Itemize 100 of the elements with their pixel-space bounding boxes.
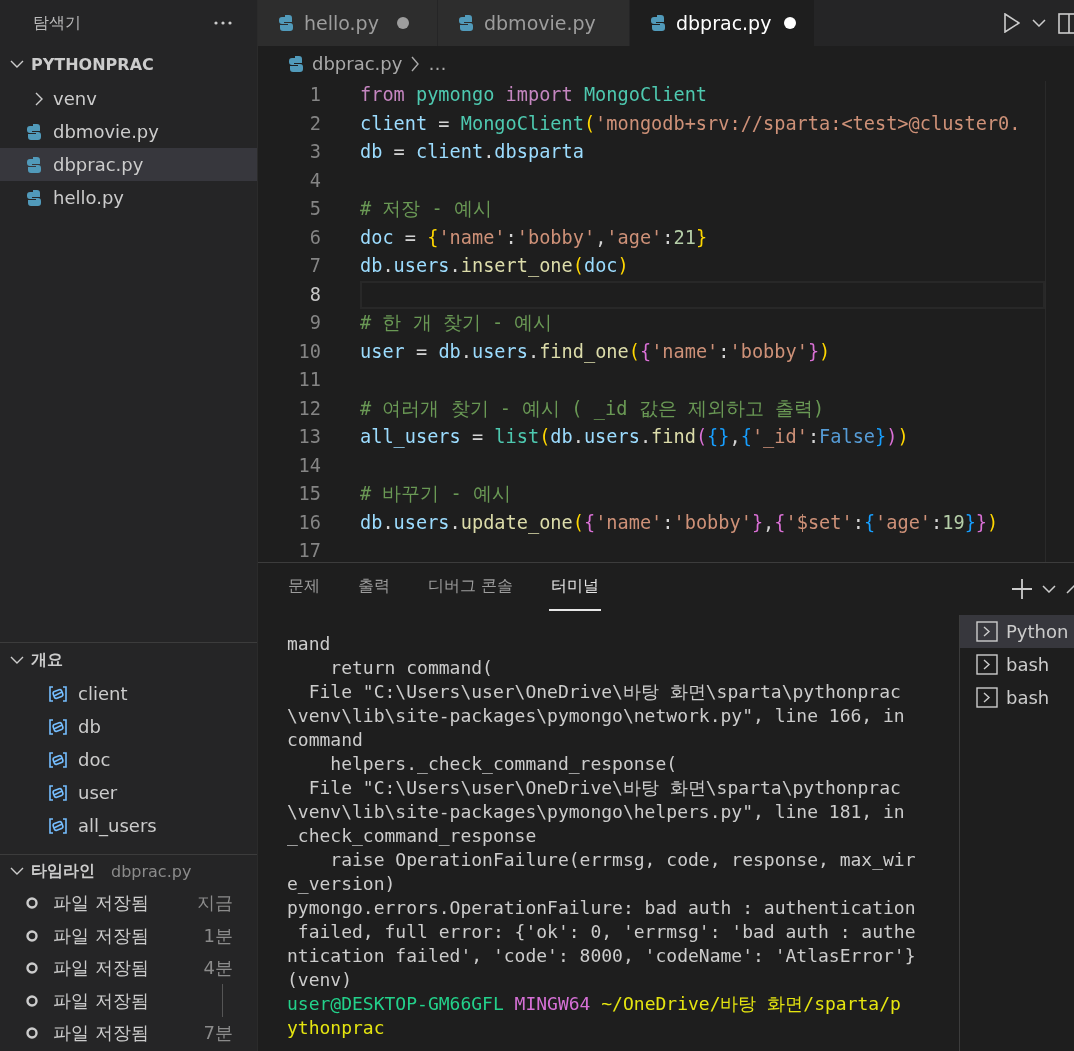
python-file-icon	[458, 14, 474, 32]
circle-icon	[25, 928, 39, 943]
terminal-line: raise OperationFailure(errmsg, code, response, max_wir	[329, 848, 917, 872]
terminal-line: _check_command_response	[287, 824, 538, 848]
code-line: # 한 개 찾기 - 예시	[360, 311, 553, 335]
python-file-icon	[26, 122, 42, 141]
add-icon	[1012, 579, 1032, 599]
line-number: 9	[308, 311, 321, 335]
code-line: db.users.insert_one(doc)	[360, 254, 629, 279]
code-line: # 바꾸기 - 예시	[360, 482, 511, 506]
code-line: # 여러개 찾기 - 예시 ( _id 값은 제외하고 출력)	[360, 396, 825, 422]
terminal-line: helpers._check_command_response(	[329, 752, 679, 776]
panel-tab[interactable]: 문제	[286, 563, 322, 611]
circle-icon	[25, 961, 39, 976]
timeline-item[interactable]: 파일 저장됨	[0, 984, 257, 1017]
terminal-item[interactable]: bash	[960, 681, 1074, 714]
section-header[interactable]: 타임라인 dbprac.py	[0, 855, 257, 887]
breadcrumb-item[interactable]: …	[428, 53, 447, 74]
code-line: doc = {'name':'bobby','age':21}	[360, 225, 708, 250]
line-number: 6	[308, 225, 321, 250]
line-number: 12	[297, 396, 321, 421]
timeline-item[interactable]: 파일 저장됨 지금	[0, 887, 257, 920]
file-item[interactable]: hello.py	[0, 181, 257, 214]
terminal-line: pymongo.errors.OperationFailure: bad auth : authentication	[287, 896, 917, 920]
chevron-right-icon	[410, 54, 421, 73]
outline-item[interactable]: db	[0, 710, 257, 743]
terminal-line: File "C:\Users\user\OneDrive\바탕 화면\sparta\pythonprac	[307, 776, 902, 800]
timeline-item[interactable]: 파일 저장됨 1분	[0, 919, 257, 952]
terminal-line: failed, full error: {'ok': 0, 'errmsg': 'bad auth : authe	[296, 920, 917, 944]
circle-icon	[25, 1026, 39, 1041]
editor-tab[interactable]: hello.py	[258, 0, 438, 46]
terminal-line: e_version)	[287, 872, 397, 896]
variable-icon	[48, 816, 68, 835]
sidebar-title: 탐색기	[33, 12, 81, 34]
panel-tab[interactable]: 터미널	[549, 563, 602, 611]
terminal-line: \venv\lib\site-packages\pymongo\network.py", line 166, in	[287, 704, 906, 728]
line-number: 1	[308, 83, 321, 107]
python-file-icon	[26, 155, 42, 174]
variable-icon	[48, 684, 68, 703]
file-item[interactable]: dbmovie.py	[0, 115, 257, 148]
line-number: 4	[308, 168, 321, 193]
terminal-icon	[976, 621, 998, 642]
terminal-line: ntication failed', 'code': 8000, 'codeName': 'AtlasError'}	[287, 944, 917, 968]
run-icon	[1003, 13, 1020, 33]
timestamp: 지금	[197, 891, 233, 916]
editor-tab[interactable]: dbprac.py	[630, 0, 815, 46]
timeline-file: dbprac.py	[111, 861, 192, 881]
timestamp: 4분	[203, 956, 233, 981]
section-header[interactable]: 개요	[0, 643, 257, 677]
variable-icon	[48, 783, 68, 802]
line-number: 17	[297, 539, 321, 562]
more-icon	[213, 20, 233, 26]
panel-tab[interactable]: 디버그 콘솔	[426, 563, 516, 611]
breadcrumb-item[interactable]: dbprac.py	[312, 53, 403, 74]
editor-tab[interactable]: dbmovie.py	[438, 0, 630, 46]
terminal-line: (venv)	[287, 968, 354, 992]
line-number: 16	[297, 510, 321, 535]
code-line: user = db.users.find_one({'name':'bobby'})	[360, 339, 831, 365]
terminal-line: \venv\lib\site-packages\pymongo\helpers.py", line 181, in	[287, 800, 906, 824]
variable-icon	[48, 717, 68, 736]
terminal-line: command	[287, 728, 364, 752]
timestamp: 1분	[203, 923, 233, 948]
code-line: db.users.update_one({'name':'bobby'},{'$set':{'age':19}})	[360, 510, 999, 536]
python-file-icon	[26, 188, 42, 207]
terminal-icon	[976, 687, 998, 708]
python-file-icon	[288, 54, 304, 73]
chevron-down-icon	[1032, 19, 1046, 27]
line-number: 13	[297, 425, 321, 449]
line-number: 8	[308, 282, 321, 307]
folder-item[interactable]: venv	[0, 82, 257, 115]
outline-item[interactable]: all_users	[0, 809, 257, 842]
timeline-item[interactable]: 파일 저장됨 7분	[0, 1017, 257, 1050]
terminal-line: mand	[287, 632, 332, 656]
line-number: 15	[297, 482, 321, 506]
timestamp: 7분	[203, 1021, 233, 1046]
outline-item[interactable]: doc	[0, 743, 257, 776]
terminal-item[interactable]: Python	[960, 615, 1074, 648]
line-number: 3	[308, 140, 321, 164]
file-item[interactable]: dbprac.py	[0, 148, 257, 181]
terminal-line: File "C:\Users\user\OneDrive\바탕 화면\sparta\pythonprac	[307, 680, 902, 704]
line-number: 14	[297, 453, 321, 478]
terminal-line: ythonprac	[287, 1016, 386, 1040]
code-line: all_users = list(db.users.find({},{'_id':False}))	[360, 425, 909, 450]
line-number: 7	[308, 254, 321, 278]
terminal-line: return command(	[329, 656, 494, 680]
outline-item[interactable]: user	[0, 776, 257, 809]
circle-icon	[25, 993, 39, 1008]
python-file-icon	[278, 14, 294, 32]
line-number: 10	[297, 339, 321, 364]
terminal-item[interactable]: bash	[960, 648, 1074, 681]
line-number: 11	[297, 368, 321, 392]
code-line: # 저장 - 예시	[360, 197, 492, 221]
circle-icon	[25, 896, 39, 911]
section-header[interactable]: PYTHONPRAC	[0, 46, 257, 82]
panel-tab[interactable]: 출력	[356, 563, 392, 611]
timeline-item[interactable]: 파일 저장됨 4분	[0, 952, 257, 985]
code-line: client = MongoClient('mongodb+srv://sparta:<test>@cluster0.	[360, 111, 1021, 136]
code-line: db = client.dbsparta	[360, 140, 584, 164]
outline-item[interactable]: client	[0, 677, 257, 710]
code-line: from pymongo import MongoClient	[360, 83, 708, 107]
